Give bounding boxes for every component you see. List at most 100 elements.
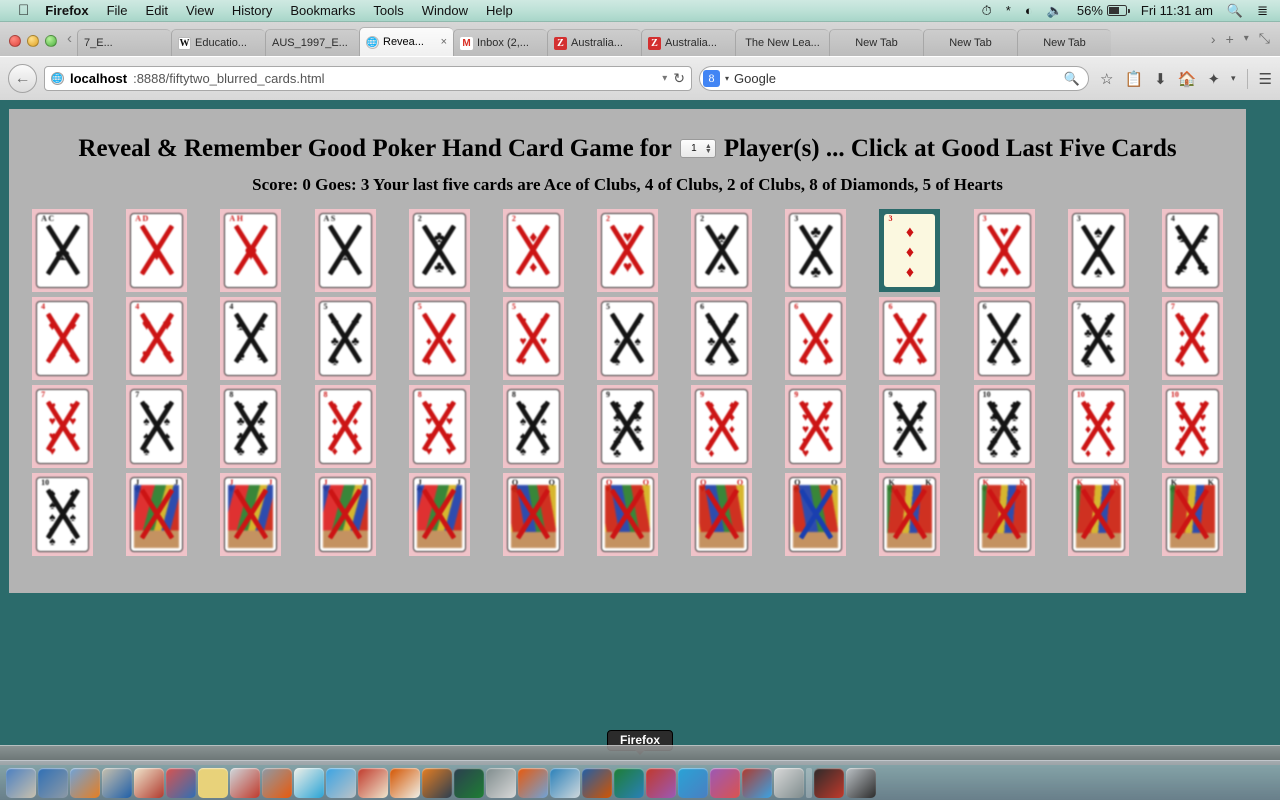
menu-item-help[interactable]: Help xyxy=(486,3,513,18)
card-5D[interactable]: 5 ♦ ♦ ♦ ♦ ♦ xyxy=(408,296,470,380)
bluetooth-icon[interactable]: * xyxy=(1006,3,1011,18)
sketch-icon[interactable] xyxy=(550,768,580,798)
card-2H[interactable]: 2 ♥ ♥ xyxy=(596,208,658,292)
tab-the-new-lea[interactable]: The New Lea... xyxy=(735,29,829,56)
card-3C[interactable]: 3 ♣ ♣ ♣ xyxy=(785,208,847,292)
calendar-icon[interactable] xyxy=(166,768,196,798)
downloads-icon[interactable]: ⬇ xyxy=(1154,70,1167,88)
menu-item-firefox[interactable]: Firefox xyxy=(45,3,88,18)
card-QH[interactable]: QQ♥ xyxy=(691,472,753,556)
card-8H[interactable]: 8 ♥ ♥ ♥ ♥ ♥ ♥ ♥ ♥ xyxy=(408,384,470,468)
card-4C[interactable]: 4 ♣ ♣ ♣ ♣ xyxy=(1161,208,1223,292)
card-QC[interactable]: QQ♣ xyxy=(502,472,564,556)
trash-icon[interactable] xyxy=(846,768,876,798)
search-engine-caret-icon[interactable]: ▾ xyxy=(725,74,729,83)
card-JC[interactable]: JJ♣ xyxy=(126,472,188,556)
home-icon[interactable]: 🏠 xyxy=(1178,70,1197,88)
tab-aus-1997-e[interactable]: AUS_1997_E... xyxy=(265,29,359,56)
menu-item-edit[interactable]: Edit xyxy=(146,3,168,18)
card-9H[interactable]: 9 ♥ ♥ ♥ ♥ ♥ ♥ ♥ ♥ ♥ xyxy=(785,384,847,468)
card-KC[interactable]: KK♣ xyxy=(879,472,941,556)
photos-icon[interactable] xyxy=(102,768,132,798)
card-6D[interactable]: 6 ♦ ♦ ♦ ♦ ♦ ♦ xyxy=(785,296,847,380)
menu-bar-clock[interactable]: Fri 11:31 am xyxy=(1141,3,1213,18)
system-preferences-icon[interactable] xyxy=(486,768,516,798)
notes-icon[interactable] xyxy=(198,768,228,798)
card-KD[interactable]: KK♦ xyxy=(973,472,1035,556)
card-2D[interactable]: 2 ♦ ♦ xyxy=(502,208,564,292)
card-10C[interactable]: 10 ♣ ♣ ♣ ♣ ♣ ♣ ♣ ♣ ♣ ♣ xyxy=(973,384,1035,468)
powerpoint-icon[interactable] xyxy=(646,768,676,798)
contacts-icon[interactable] xyxy=(134,768,164,798)
card-5C[interactable]: 5 ♣ ♣ ♣ ♣ ♣ xyxy=(314,296,376,380)
card-10S[interactable]: 10 ♠ ♠ ♠ ♠ ♠ ♠ ♠ ♠ ♠ ♠ xyxy=(32,472,94,556)
reader-list-icon[interactable]: 📋 xyxy=(1124,70,1143,88)
card-AC[interactable]: A C ♣ xyxy=(32,208,94,292)
card-5H[interactable]: 5 ♥ ♥ ♥ ♥ ♥ xyxy=(502,296,564,380)
tab-new-tab-1[interactable]: New Tab xyxy=(829,29,923,56)
menu-item-window[interactable]: Window xyxy=(422,3,468,18)
card-4D[interactable]: 4 ♦ ♦ ♦ ♦ xyxy=(32,296,94,380)
safari-icon[interactable] xyxy=(70,768,100,798)
card-QD[interactable]: QQ♦ xyxy=(596,472,658,556)
card-10D[interactable]: 10 ♦ ♦ ♦ ♦ ♦ ♦ ♦ ♦ ♦ ♦ xyxy=(1067,384,1129,468)
notification-center-icon[interactable]: ≣ xyxy=(1257,3,1268,19)
card-JS[interactable]: JJ♠ xyxy=(408,472,470,556)
card-8C[interactable]: 8 ♣ ♣ ♣ ♣ ♣ ♣ ♣ ♣ xyxy=(220,384,282,468)
ibooks-icon[interactable] xyxy=(422,768,452,798)
fullscreen-icon[interactable]: ⤡ xyxy=(1259,30,1270,47)
tab-new-tab-2[interactable]: New Tab xyxy=(923,29,1017,56)
word-icon[interactable] xyxy=(582,768,612,798)
excel-icon[interactable] xyxy=(614,768,644,798)
card-JH[interactable]: JJ♥ xyxy=(314,472,376,556)
card-6S[interactable]: 6 ♠ ♠ ♠ ♠ ♠ ♠ xyxy=(973,296,1035,380)
close-window-button[interactable] xyxy=(9,35,21,47)
card-6H[interactable]: 6 ♥ ♥ ♥ ♥ ♥ ♥ xyxy=(879,296,941,380)
card-5S[interactable]: 5 ♠ ♠ ♠ ♠ ♠ xyxy=(596,296,658,380)
card-9S[interactable]: 9 ♠ ♠ ♠ ♠ ♠ ♠ ♠ ♠ ♠ xyxy=(879,384,941,468)
google-engine-icon[interactable]: 8 xyxy=(703,70,721,87)
preview-icon[interactable] xyxy=(230,768,260,798)
tab-australia-2[interactable]: Z Australia... xyxy=(641,29,735,56)
list-all-tabs-icon[interactable]: ▾ xyxy=(1244,33,1249,44)
card-AD[interactable]: A D ♦ xyxy=(126,208,188,292)
card-7D[interactable]: 7 ♦ ♦ ♦ ♦ ♦ ♦ ♦ xyxy=(1161,296,1223,380)
card-10H[interactable]: 10 ♥ ♥ ♥ ♥ ♥ ♥ ♥ ♥ ♥ ♥ xyxy=(1161,384,1223,468)
bookmark-star-icon[interactable]: ☆ xyxy=(1100,70,1113,88)
menu-item-tools[interactable]: Tools xyxy=(373,3,403,18)
firefox-icon[interactable] xyxy=(518,768,548,798)
minimize-window-button[interactable] xyxy=(27,35,39,47)
menu-item-bookmarks[interactable]: Bookmarks xyxy=(290,3,355,18)
card-3S[interactable]: 3 ♠ ♠ ♠ xyxy=(1067,208,1129,292)
card-9C[interactable]: 9 ♣ ♣ ♣ ♣ ♣ ♣ ♣ ♣ ♣ xyxy=(596,384,658,468)
menu-item-history[interactable]: History xyxy=(232,3,272,18)
skype-icon[interactable] xyxy=(678,768,708,798)
reload-icon[interactable]: ↻ xyxy=(673,70,685,87)
books-icon[interactable] xyxy=(358,768,388,798)
menu-item-view[interactable]: View xyxy=(186,3,214,18)
battery-status[interactable]: 56% xyxy=(1077,3,1130,18)
utilities-icon[interactable] xyxy=(710,768,740,798)
card-4S[interactable]: 4 ♠ ♠ ♠ ♠ xyxy=(220,296,282,380)
volume-icon[interactable]: 🔈 xyxy=(1047,3,1063,19)
search-bar[interactable]: 8 ▾ Google 🔍 xyxy=(699,66,1090,91)
back-button[interactable]: ← xyxy=(8,64,37,93)
tab-australia-1[interactable]: Z Australia... xyxy=(547,29,641,56)
address-bar[interactable]: 🌐 localhost :8888/fiftytwo_blurred_cards… xyxy=(44,66,693,91)
card-KS[interactable]: KK♠ xyxy=(1161,472,1223,556)
textedit-icon[interactable] xyxy=(294,768,324,798)
tab-reveal-active[interactable]: 🌐 Revea... × xyxy=(359,27,453,56)
tab-scroll-right-button[interactable]: › xyxy=(1211,31,1216,47)
stepper-arrows-icon[interactable]: ▲ ▼ xyxy=(705,143,713,155)
terminal-icon[interactable] xyxy=(814,768,844,798)
close-tab-icon[interactable]: × xyxy=(441,36,447,48)
mail-app-icon[interactable] xyxy=(38,768,68,798)
disk-utility-icon[interactable] xyxy=(262,768,292,798)
card-7S[interactable]: 7 ♠ ♠ ♠ ♠ ♠ ♠ ♠ xyxy=(126,384,188,468)
card-AS[interactable]: A S ♠ xyxy=(314,208,376,292)
search-icon[interactable]: 🔍 xyxy=(1064,71,1080,87)
apple-menu-icon[interactable]:  xyxy=(18,3,29,18)
card-8S[interactable]: 8 ♠ ♠ ♠ ♠ ♠ ♠ ♠ ♠ xyxy=(502,384,564,468)
tab-new-tab-3[interactable]: New Tab xyxy=(1017,29,1111,56)
tab-7-e[interactable]: 7_E... xyxy=(77,29,171,56)
